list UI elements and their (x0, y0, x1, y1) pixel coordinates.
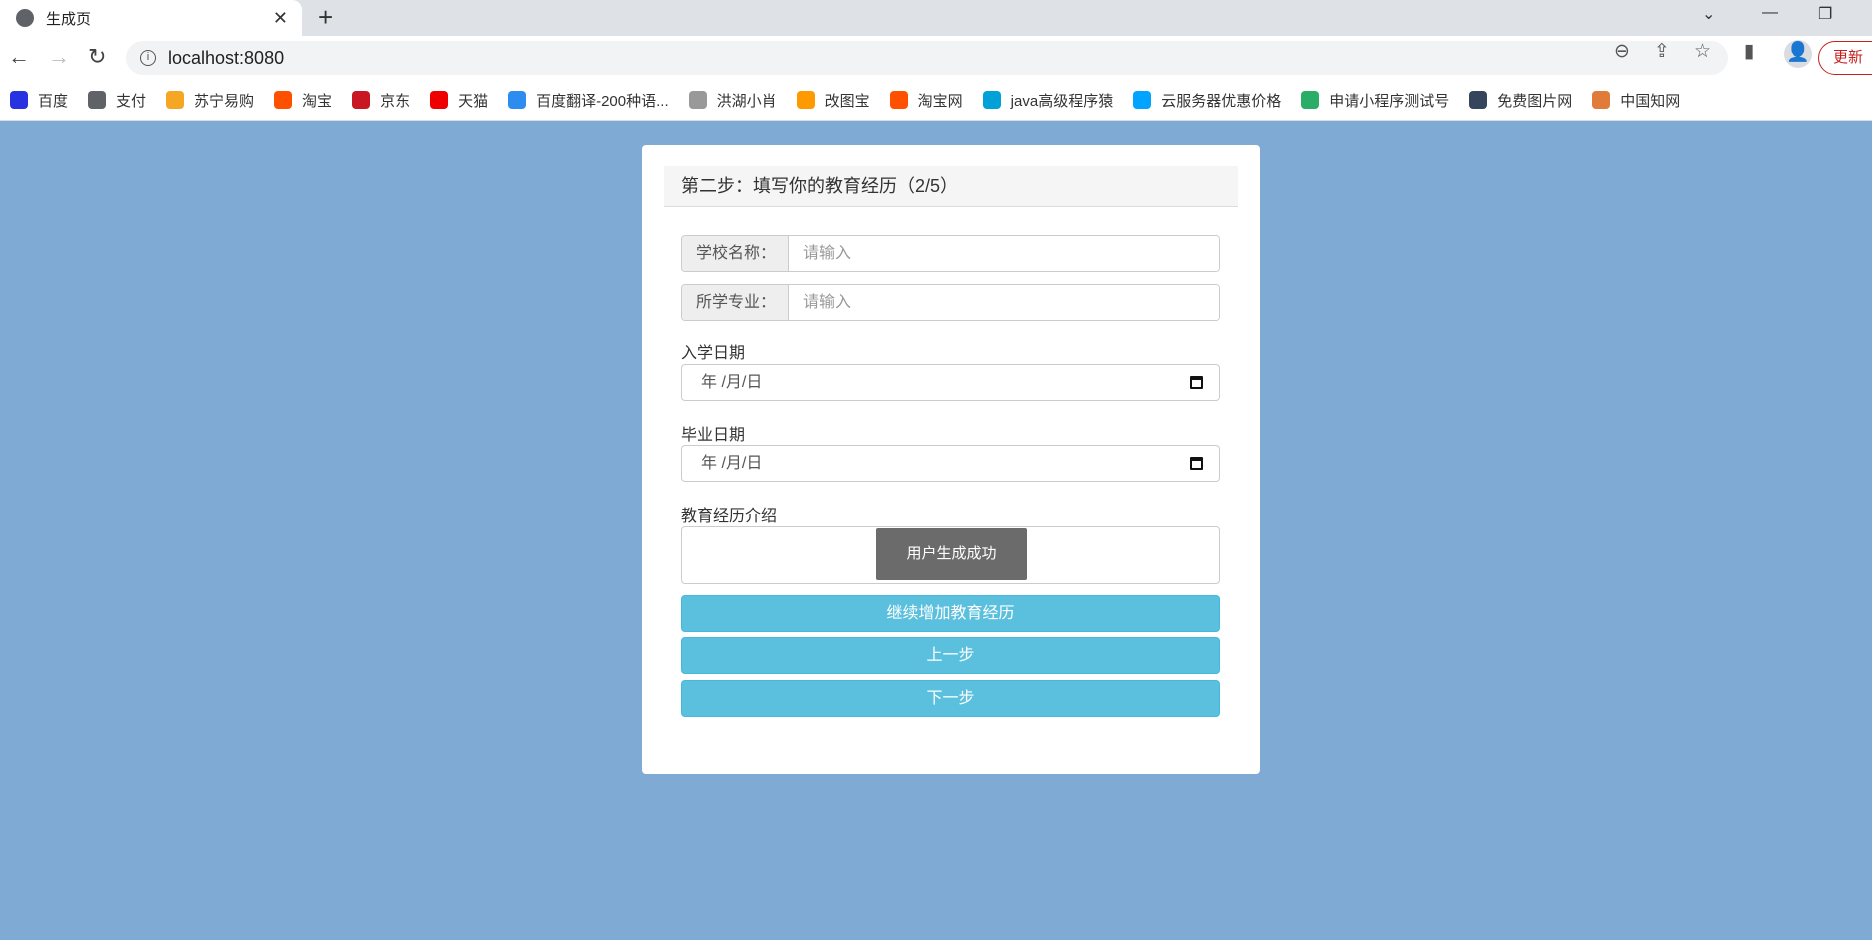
tab-bar: 生成页 ✕ + ⌄ — ❐ (0, 0, 1872, 36)
form-title: 第二步：填写你的教育经历（2/5） (664, 166, 1238, 207)
education-form-card: 第二步：填写你的教育经历（2/5） 学校名称： 所学专业： 入学日期 年 /月/… (642, 145, 1260, 774)
bookmark-label: 淘宝 (302, 92, 333, 110)
bookmark-label: java高级程序猿 (1010, 92, 1114, 110)
school-field: 学校名称： (681, 235, 1220, 272)
bookmark-icon (166, 91, 185, 109)
major-field: 所学专业： (681, 284, 1220, 321)
major-label: 所学专业： (682, 285, 789, 320)
side-panel-icon[interactable]: ▮ (1744, 40, 1754, 63)
bookmark-icon (430, 91, 449, 109)
tab-search-icon[interactable]: ⌄ (1702, 4, 1715, 24)
bookmark-icon (274, 91, 293, 109)
next-step-button[interactable]: 下一步 (681, 680, 1220, 717)
bookmark-item[interactable]: 洪湖小肖 (688, 90, 777, 111)
end-date-input[interactable]: 年 /月/日 (681, 445, 1220, 482)
school-label: 学校名称： (682, 236, 789, 271)
tab-title: 生成页 (46, 10, 92, 28)
bookmark-item[interactable]: 免费图片网 (1469, 90, 1572, 111)
bookmark-icon (352, 91, 371, 109)
bookmark-icon (1301, 91, 1320, 109)
bookmark-icon (889, 91, 908, 109)
start-date-input[interactable]: 年 /月/日 (681, 364, 1220, 401)
end-date-label: 毕业日期 (681, 427, 746, 444)
major-input[interactable] (789, 285, 1219, 320)
restore-icon[interactable]: ❐ (1818, 4, 1832, 24)
bookmark-label: 洪湖小肖 (716, 92, 777, 110)
bookmark-label: 改图宝 (824, 92, 870, 110)
success-toast: 用户生成成功 (876, 528, 1027, 580)
bookmark-icon (1133, 91, 1152, 109)
close-tab-icon[interactable]: ✕ (273, 8, 288, 29)
browser-tab[interactable]: 生成页 ✕ (0, 0, 302, 36)
bookmark-item[interactable]: 百度翻译-200种语... (508, 90, 669, 111)
bookmark-icon (796, 91, 815, 109)
url-text: localhost:8080 (168, 47, 285, 68)
bookmark-icon (688, 91, 707, 109)
bookmark-label: 百度翻译-200种语... (536, 92, 669, 110)
bookmark-label: 中国知网 (1620, 92, 1681, 110)
share-icon[interactable]: ⇪ (1654, 40, 1670, 63)
bookmark-icon (508, 91, 527, 109)
prev-step-button[interactable]: 上一步 (681, 637, 1220, 674)
update-button[interactable]: 更新 (1818, 41, 1872, 75)
info-icon[interactable]: i (140, 50, 156, 66)
bookmark-item[interactable]: 天猫 (430, 90, 488, 111)
bookmark-item[interactable]: 申请小程序测试号 (1301, 90, 1449, 111)
intro-label: 教育经历介绍 (681, 508, 778, 525)
toolbar: ← → ↻ i localhost:8080 ⊖ ⇪ ☆ ▮ 👤 更新 (0, 36, 1872, 80)
add-education-button[interactable]: 继续增加教育经历 (681, 595, 1220, 632)
back-icon[interactable]: ← (8, 44, 30, 70)
bookmarks-bar: 百度 支付 苏宁易购 淘宝 京东 天猫 百度翻译-200种语... 洪湖小肖 改图宝 淘宝网 jav… (0, 80, 1872, 121)
bookmark-item[interactable]: java高级程序猿 (982, 90, 1114, 111)
bookmark-icon (10, 91, 28, 109)
bookmark-label: 支付 (116, 92, 147, 110)
address-bar[interactable]: i localhost:8080 (126, 41, 1728, 75)
bookmark-item[interactable]: 支付 (88, 90, 146, 111)
bookmark-item[interactable]: 改图宝 (796, 90, 870, 111)
school-input[interactable] (789, 236, 1219, 271)
bookmark-item[interactable]: 淘宝网 (889, 90, 963, 111)
calendar-icon[interactable] (1190, 457, 1203, 470)
profile-icon[interactable]: 👤 (1784, 40, 1812, 68)
forward-icon[interactable]: → (48, 44, 70, 70)
bookmark-label: 免费图片网 (1497, 92, 1573, 110)
start-date-value: 年 /月/日 (701, 374, 763, 391)
globe-icon (16, 9, 34, 27)
bookmark-label: 申请小程序测试号 (1329, 92, 1450, 110)
bookmark-item[interactable]: 京东 (352, 90, 410, 111)
zoom-icon[interactable]: ⊖ (1614, 40, 1630, 63)
bookmark-item[interactable]: 淘宝 (274, 90, 332, 111)
end-date-value: 年 /月/日 (701, 455, 763, 472)
bookmark-item[interactable]: 云服务器优惠价格 (1133, 90, 1281, 111)
bookmark-icon (982, 91, 1001, 109)
bookmark-item[interactable]: 苏宁易购 (166, 90, 254, 111)
bookmark-item[interactable]: 百度 (10, 90, 68, 111)
bookmark-label: 云服务器优惠价格 (1161, 92, 1282, 110)
bookmark-item[interactable]: 中国知网 (1592, 90, 1680, 111)
start-date-label: 入学日期 (681, 345, 746, 362)
reload-icon[interactable]: ↻ (88, 44, 106, 70)
bookmark-icon (1592, 91, 1611, 109)
new-tab-icon[interactable]: + (318, 2, 333, 33)
bookmark-icon (88, 91, 107, 109)
bookmark-label: 苏宁易购 (194, 92, 255, 110)
bookmark-label: 京东 (380, 92, 411, 110)
bookmark-icon (1469, 91, 1488, 109)
bookmark-label: 淘宝网 (917, 92, 963, 110)
bookmark-label: 百度 (38, 92, 69, 110)
minimize-icon[interactable]: — (1762, 4, 1778, 22)
bookmark-label: 天猫 (458, 92, 489, 110)
calendar-icon[interactable] (1190, 376, 1203, 389)
star-icon[interactable]: ☆ (1694, 40, 1711, 63)
